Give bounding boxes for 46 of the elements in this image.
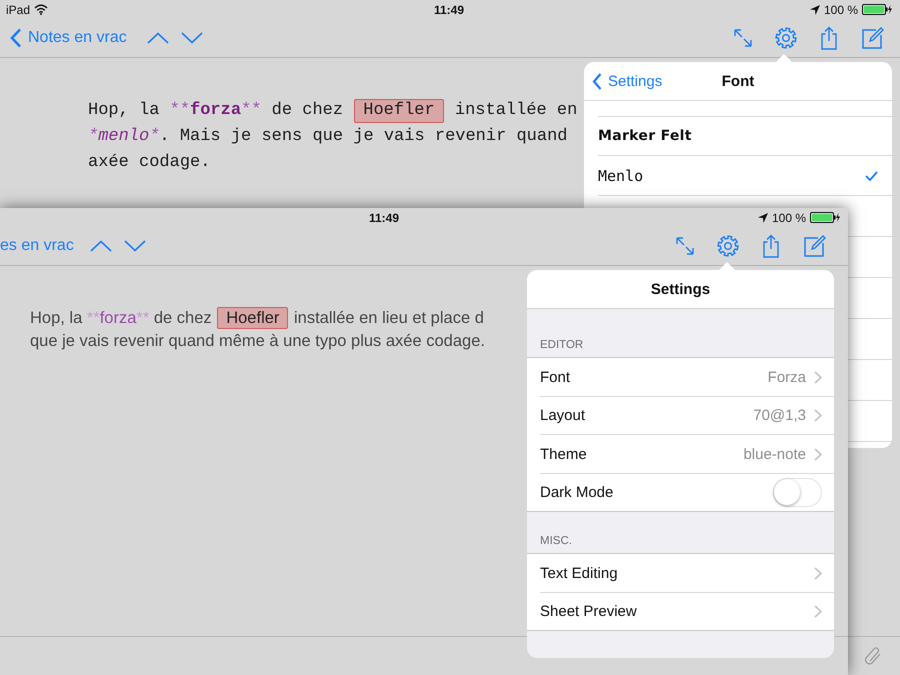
settings-icon[interactable] (774, 26, 798, 50)
back-button[interactable]: Settings (584, 72, 662, 90)
chevron-right-icon (814, 605, 822, 618)
back-chevron-icon (592, 72, 602, 90)
chevron-right-icon (814, 409, 822, 422)
down-chevron-icon[interactable] (124, 240, 146, 252)
chevron-right-icon (814, 566, 822, 580)
battery-percentage: 100 % (824, 2, 858, 16)
battery-icon (862, 4, 892, 15)
settings-icon[interactable] (716, 234, 740, 258)
settings-row[interactable]: Font Forza (527, 358, 834, 396)
text-line: que je vais revenir quand même à une typo plus axée codage. (30, 331, 485, 352)
popover-title: Font (722, 72, 754, 90)
down-chevron-icon[interactable] (180, 32, 203, 44)
section-header: MISC. (540, 535, 572, 547)
popover-title: Settings (650, 280, 710, 298)
text-line: Hop, la **forza** de chez Hoefler installée en (88, 98, 578, 124)
font-option[interactable]: Marker Felt (598, 117, 892, 156)
text-line: axée codage. (88, 152, 210, 174)
checkmark-icon (865, 170, 878, 180)
clock-time: 11:49 (434, 2, 464, 16)
up-chevron-icon[interactable] (90, 240, 112, 252)
settings-row[interactable]: Theme blue-note (527, 435, 834, 474)
location-arrow-icon (758, 212, 768, 222)
chevron-right-icon (814, 448, 822, 461)
font-option[interactable]: Menlo (598, 156, 892, 196)
setting-label: Dark Mode (540, 484, 614, 502)
up-chevron-icon[interactable] (146, 32, 169, 44)
compose-icon[interactable] (860, 26, 884, 50)
location-arrow-icon (810, 4, 820, 14)
chevron-right-icon (814, 370, 822, 384)
settings-row[interactable]: Sheet Preview (527, 592, 834, 631)
text-line: Hop, la **forza** de chez Hoefler installée en lieu et place d (30, 307, 484, 330)
text-line: *menlo*. Mais je sens que je vais revenir quand (88, 126, 568, 148)
settings-row[interactable]: Layout 70@1,3 (527, 396, 834, 435)
back-chevron-icon (10, 28, 22, 48)
settings-row[interactable]: Text Editing (527, 554, 834, 592)
section-header: EDITOR (540, 339, 584, 351)
paperclip-icon[interactable] (864, 646, 882, 666)
carrier-name: iPad (6, 2, 30, 16)
wifi-icon (34, 4, 48, 15)
battery-percentage: 100 % (772, 210, 806, 224)
clock-time: 11:49 (369, 210, 400, 224)
battery-icon (810, 212, 840, 223)
compose-icon[interactable] (802, 234, 826, 258)
toggle-switch[interactable] (773, 478, 822, 508)
